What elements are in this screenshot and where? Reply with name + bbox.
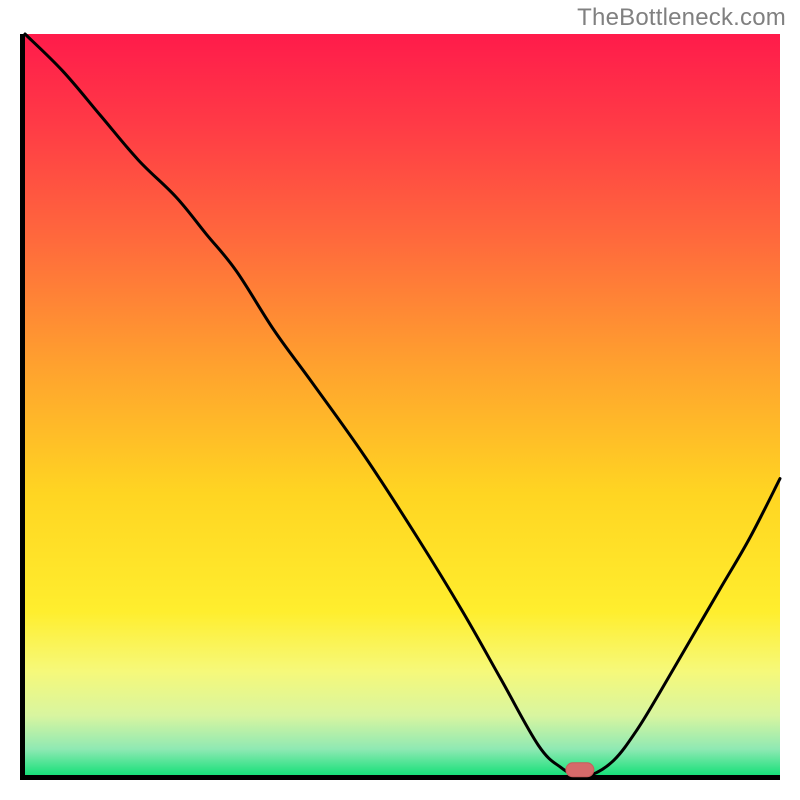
bottleneck-chart [0,0,800,800]
chart-background [25,34,780,775]
y-axis [20,34,25,780]
optimal-marker [566,763,594,777]
chart-frame: TheBottleneck.com [0,0,800,800]
x-axis [20,775,780,780]
